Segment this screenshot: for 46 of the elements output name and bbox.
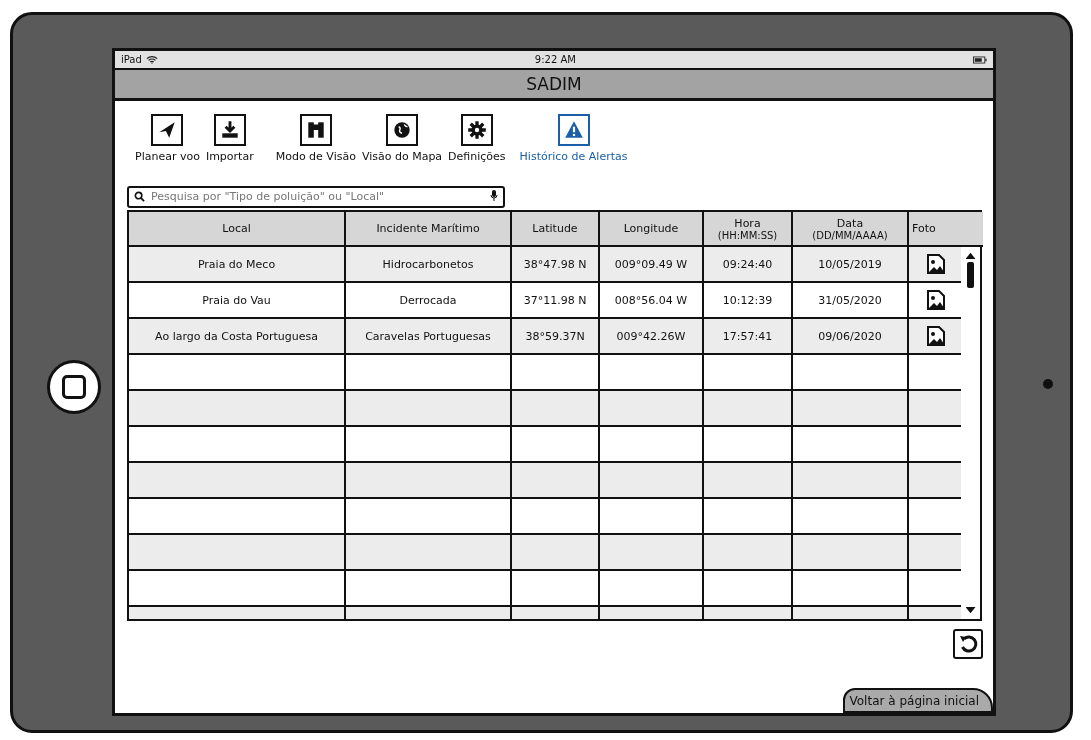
battery-icon [973, 55, 987, 64]
toolbar-button[interactable]: Planear voo [135, 114, 200, 163]
image-icon[interactable] [927, 326, 945, 346]
table-cell: 38°47.98 N [511, 247, 599, 282]
table-cell: Hidrocarbonetos [345, 247, 511, 282]
download-icon [213, 114, 246, 146]
globe-icon [386, 114, 418, 146]
table-cell: Ao largo da Costa Portuguesa [129, 318, 345, 354]
binoculars-icon [299, 114, 332, 146]
table-cell: 009°09.49 W [599, 247, 703, 282]
image-icon[interactable] [927, 254, 945, 274]
toolbar-button[interactable]: Importar [205, 114, 254, 163]
table-cell: 009°42.26W [599, 318, 703, 354]
table-cell: Praia do Meco [129, 247, 345, 282]
scroll-thumb[interactable] [967, 262, 974, 288]
toolbar-button[interactable]: Modo de Visão [275, 114, 356, 163]
paper-plane-icon [151, 114, 184, 146]
image-icon[interactable] [927, 290, 945, 310]
clock: 9:22 AM [534, 54, 576, 65]
refresh-button[interactable] [953, 629, 983, 659]
microphone-icon[interactable] [490, 190, 498, 202]
wifi-icon [145, 55, 158, 64]
toolbar-button[interactable]: Visão do Mapa [361, 114, 443, 163]
column-format: (HH:MM:SS) [716, 229, 779, 241]
settings-icon [460, 114, 493, 146]
scroll-down-icon[interactable] [965, 606, 976, 615]
home-page-button[interactable]: Voltar à página inicial [843, 688, 993, 713]
table-cell: 10/05/2019 [792, 247, 908, 282]
column-format: (DD/MM/AAAA) [811, 229, 889, 241]
toolbar-button[interactable]: Definições [448, 114, 506, 163]
app-title: SADIM [526, 74, 582, 94]
column-header[interactable]: Data [793, 216, 907, 230]
camera-dot [1043, 379, 1053, 389]
table-cell: 09:24:40 [703, 247, 792, 282]
column-header[interactable]: Hora [704, 216, 791, 230]
table-cell: Caravelas Portuguesas [345, 318, 511, 354]
toolbar-button[interactable]: Histórico de Alertas [519, 114, 628, 163]
table-cell: 09/06/2020 [792, 318, 908, 354]
warning-icon [557, 114, 590, 146]
table-cell: 38°59.37N [511, 318, 599, 354]
home-button[interactable] [47, 360, 101, 414]
search-field[interactable]: Pesquisa por "Tipo de poluição" ou "Local" [127, 185, 505, 208]
table-cell: 17:57:41 [703, 318, 792, 354]
scroll-up-icon[interactable] [965, 251, 976, 260]
device-name: iPad [121, 54, 142, 65]
refresh-icon [958, 634, 978, 654]
